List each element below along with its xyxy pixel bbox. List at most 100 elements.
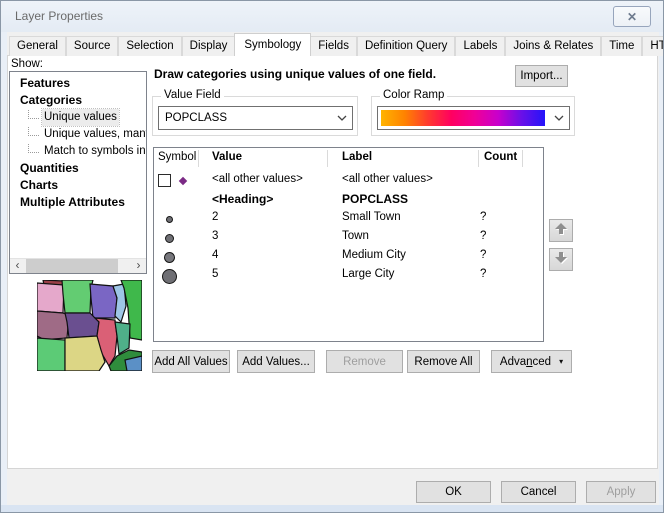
show-tree: FeaturesCategoriesUnique valuesUnique va…	[9, 71, 147, 274]
map-preview	[37, 280, 142, 371]
tree-item-label: Match to symbols in a	[42, 143, 147, 160]
remove-button[interactable]: Remove	[326, 350, 403, 373]
cell-value: <Heading>	[212, 192, 273, 206]
state-purple-wi	[90, 284, 117, 318]
table-row[interactable]: <Heading>POPCLASS	[154, 190, 543, 209]
apply-button[interactable]: Apply	[586, 481, 656, 503]
column-divider	[522, 150, 523, 167]
value-field-dropdown[interactable]: POPCLASS	[158, 106, 353, 130]
table-row[interactable]: 5 Large City?	[154, 266, 543, 285]
all-other-values-checkbox[interactable]	[158, 174, 171, 187]
tab-strip: GeneralSourceSelectionDisplaySymbologyFi…	[9, 34, 664, 56]
scrollbar-thumb[interactable]	[26, 259, 118, 274]
tree-item-label: Quantities	[18, 160, 81, 177]
tree-horizontal-scrollbar[interactable]: ‹ ›	[10, 258, 146, 273]
cell-value: <all other values>	[212, 173, 303, 185]
tab-html-popup[interactable]: HTML Popup	[642, 36, 664, 56]
close-icon: ✕	[627, 10, 637, 24]
table-row[interactable]: 4Medium City?	[154, 247, 543, 266]
title-bar[interactable]: Layer Properties ✕	[1, 1, 663, 32]
tree-item-match-to-symbols-in-a[interactable]: Match to symbols in a	[10, 143, 146, 160]
tab-general[interactable]: General	[9, 36, 66, 56]
tree-item-label: Multiple Attributes	[18, 194, 127, 211]
tab-joins-relates[interactable]: Joins & Relates	[505, 36, 601, 56]
tab-labels[interactable]: Labels	[455, 36, 505, 56]
scroll-left-icon[interactable]: ‹	[10, 259, 25, 274]
tree-item-unique-values-many[interactable]: Unique values, many	[10, 126, 146, 143]
dialog-bottom-edge	[1, 505, 663, 512]
move-up-button[interactable]	[549, 219, 573, 242]
state-mauve-ne	[37, 311, 69, 340]
tree-item-quantities[interactable]: Quantities	[10, 160, 146, 177]
cell-value: 2	[212, 211, 218, 223]
tab-symbology[interactable]: Symbology	[234, 33, 311, 56]
cell-label: Medium City	[342, 249, 406, 261]
scroll-right-icon[interactable]: ›	[131, 259, 146, 274]
tab-source[interactable]: Source	[66, 36, 118, 56]
tree-item-multiple-attributes[interactable]: Multiple Attributes	[10, 194, 146, 211]
tab-selection[interactable]: Selection	[118, 36, 181, 56]
import-button[interactable]: Import...	[515, 65, 568, 87]
tab-fields[interactable]: Fields	[310, 36, 357, 56]
cell-label: Small Town	[342, 211, 401, 223]
layer-properties-dialog: Layer Properties ✕ GeneralSourceSelectio…	[0, 0, 664, 513]
table-header: Symbol Value Label Count	[154, 148, 543, 169]
cell-count: ?	[480, 268, 486, 280]
color-ramp-dropdown[interactable]	[377, 106, 570, 130]
state-green-mn	[62, 280, 93, 313]
graduated-circle-icon[interactable]	[164, 252, 175, 263]
cell-count: ?	[480, 249, 486, 261]
advanced-label: Advanced	[500, 356, 551, 368]
graduated-circle-icon[interactable]	[166, 216, 173, 223]
tree-branch-line	[28, 144, 39, 153]
cell-value: 3	[212, 230, 218, 242]
add-all-values-button[interactable]: Add All Values	[152, 350, 230, 373]
chevron-down-icon	[332, 115, 352, 121]
column-symbol: Symbol	[158, 151, 196, 163]
advanced-button[interactable]: Advanced ▾	[491, 350, 572, 373]
column-value: Value	[212, 151, 242, 163]
state-green-ks	[37, 338, 65, 371]
dropdown-caret-icon: ▾	[559, 357, 563, 366]
tab-definition-query[interactable]: Definition Query	[357, 36, 455, 56]
table-row[interactable]: 2Small Town?	[154, 209, 543, 228]
cell-label: <all other values>	[342, 173, 433, 185]
tree-item-label: Categories	[18, 92, 84, 109]
cell-count: ?	[480, 230, 486, 242]
graduated-circle-icon[interactable]	[162, 269, 177, 284]
column-divider	[478, 150, 479, 167]
color-ramp-swatch	[381, 110, 545, 126]
tree-item-categories[interactable]: Categories	[10, 92, 146, 109]
state-teal-in	[115, 322, 130, 354]
cancel-button[interactable]: Cancel	[501, 481, 576, 503]
cell-label: Large City	[342, 268, 394, 280]
table-row[interactable]: 3Town?	[154, 228, 543, 247]
ok-button[interactable]: OK	[416, 481, 491, 503]
tab-time[interactable]: Time	[601, 36, 642, 56]
arrow-down-icon	[553, 250, 569, 269]
tree-item-features[interactable]: Features	[10, 75, 146, 92]
value-field-legend: Value Field	[161, 89, 224, 101]
tab-display[interactable]: Display	[182, 36, 236, 56]
column-label: Label	[342, 151, 372, 163]
add-values-button[interactable]: Add Values...	[237, 350, 315, 373]
tree-item-label: Unique values	[42, 109, 119, 126]
column-divider	[327, 150, 328, 167]
tree-item-unique-values[interactable]: Unique values	[10, 109, 146, 126]
tree-item-label: Charts	[18, 177, 60, 194]
remove-all-button[interactable]: Remove All	[407, 350, 480, 373]
close-button[interactable]: ✕	[613, 6, 651, 27]
symbology-heading: Draw categories using unique values of o…	[154, 67, 509, 81]
table-row[interactable]: <all other values> <all other values>	[154, 171, 543, 190]
state-pink	[37, 283, 64, 313]
window-title: Layer Properties	[15, 9, 103, 23]
arrow-up-icon	[553, 221, 569, 240]
move-down-button[interactable]	[549, 248, 573, 271]
cell-value: 5	[212, 268, 218, 280]
graduated-circle-icon[interactable]	[165, 234, 174, 243]
tree-item-label: Features	[18, 75, 72, 92]
values-table: Symbol Value Label Count <all other valu…	[153, 147, 544, 342]
state-yellow-mo	[65, 336, 105, 371]
tree-item-charts[interactable]: Charts	[10, 177, 146, 194]
value-field-group: Value Field POPCLASS	[152, 96, 358, 136]
